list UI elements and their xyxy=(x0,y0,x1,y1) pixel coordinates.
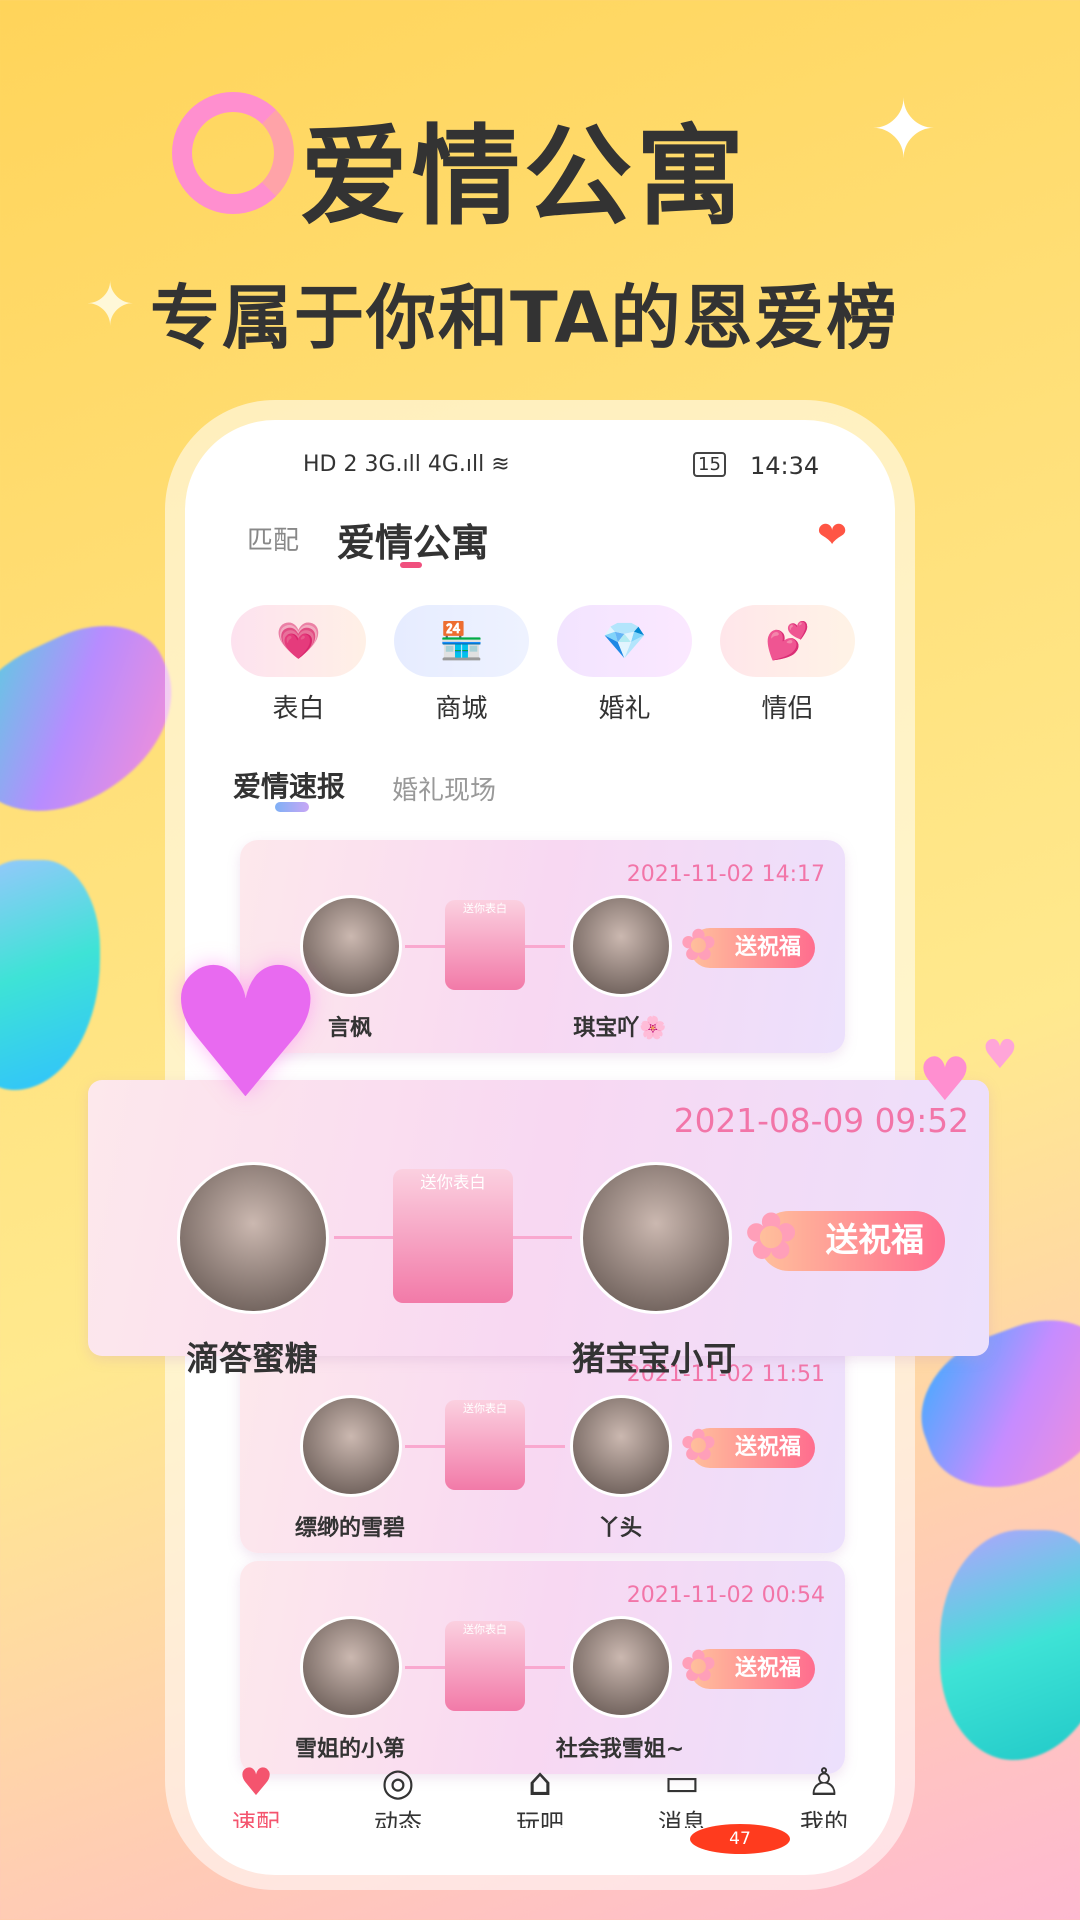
avatar-right[interactable] xyxy=(570,895,672,997)
promo-subtitle: 专属于你和TA的恩爱榜 xyxy=(150,277,899,359)
planet-icon: ◎ xyxy=(381,1760,415,1804)
tab-indicator xyxy=(400,562,422,568)
message-icon: ▭ xyxy=(664,1760,700,1804)
avatar-right[interactable] xyxy=(579,1161,732,1314)
feature-label: 商城 xyxy=(435,694,488,724)
clock: 14:34 xyxy=(750,452,820,480)
bless-label: 送祝福 xyxy=(734,1435,801,1460)
left-name: 滴答蜜糖 xyxy=(186,1340,318,1379)
avatar-right[interactable] xyxy=(570,1616,672,1718)
gift-label: 送你表白 xyxy=(463,1623,507,1636)
nav-label: 速配 xyxy=(232,1809,280,1828)
feature-label: 表白 xyxy=(272,694,325,724)
right-name: 猪宝宝小可 xyxy=(572,1340,737,1379)
nav-heart[interactable]: ♥ 速配 xyxy=(206,1760,306,1875)
ring-decoration xyxy=(172,92,294,214)
ranking-heart-icon[interactable]: ❤ xyxy=(817,515,847,556)
heart-icon: ♥ xyxy=(918,1045,972,1115)
flower-icon: ✿ xyxy=(680,1420,717,1471)
right-name: 社会我雪姐~ xyxy=(555,1737,685,1762)
sparkle-icon: ✦ xyxy=(85,270,136,340)
nav-planet[interactable]: ◎ 动态 xyxy=(348,1760,448,1875)
avatar-right[interactable] xyxy=(570,1395,672,1497)
home-icon: ⌂ xyxy=(527,1760,553,1804)
feature-shop-icon-button[interactable]: 🏪 xyxy=(394,605,529,677)
love-news-card[interactable]: 2021-11-02 00:54 送你表白 雪姐的小第 社会我雪姐~ 送祝福 ✿ xyxy=(240,1561,845,1774)
card-date: 2021-11-02 14:17 xyxy=(626,862,825,887)
card-date: 2021-11-02 00:54 xyxy=(626,1583,825,1608)
feature-love-message-icon-button[interactable]: 💗 xyxy=(231,605,366,677)
heart-icon: ♥ xyxy=(982,1032,1018,1078)
tab-match[interactable]: 匹配 xyxy=(247,520,299,557)
feature-label: 婚礼 xyxy=(598,694,651,724)
bless-label: 送祝福 xyxy=(734,935,801,960)
nav-profile[interactable]: ♙ 我的 xyxy=(774,1760,874,1875)
tab-love-apartment[interactable]: 爱情公寓 xyxy=(337,512,489,567)
status-bar: HD 2 3G.ıll 4G.ıll ≋ 15 14:34 xyxy=(185,452,895,482)
gift-label: 送你表白 xyxy=(420,1173,486,1193)
gift-scene: 送你表白 xyxy=(445,1400,525,1490)
feature-diamond-icon-button[interactable]: 💎 xyxy=(557,605,692,677)
couple-hearts-icon: 💕 xyxy=(765,621,810,662)
blob-decoration xyxy=(940,1530,1080,1760)
avatar-left[interactable] xyxy=(300,1395,402,1497)
nav-label: 玩吧 xyxy=(516,1809,564,1828)
heart-icon: ♥ xyxy=(238,1760,274,1804)
diamond-icon: 💎 xyxy=(602,621,647,662)
avatar-left[interactable] xyxy=(300,1616,402,1718)
profile-icon: ♙ xyxy=(806,1760,842,1804)
subtab-wedding-scene[interactable]: 婚礼现场 xyxy=(392,770,496,807)
nav-message[interactable]: ▭ 消息 47 xyxy=(632,1760,790,1875)
gift-scene: 送你表白 xyxy=(445,900,525,990)
nav-label: 动态 xyxy=(374,1809,422,1828)
right-name: 丫头 xyxy=(597,1516,642,1541)
nav-home[interactable]: ⌂ 玩吧 xyxy=(490,1760,590,1875)
left-name: 缥缈的雪碧 xyxy=(294,1516,405,1541)
nav-label: 我的 xyxy=(800,1809,848,1828)
love-message-icon: 💗 xyxy=(276,621,321,662)
flower-icon: ✿ xyxy=(680,1641,717,1692)
gift-label: 送你表白 xyxy=(463,1402,507,1415)
battery: 15 xyxy=(693,452,726,477)
feature-couple-hearts-icon-button[interactable]: 💕 xyxy=(720,605,855,677)
big-heart-icon: ♥ xyxy=(165,930,327,1139)
shop-icon: 🏪 xyxy=(439,621,484,662)
sparkle-icon: ✦ xyxy=(870,83,938,176)
flower-icon: ✿ xyxy=(680,920,717,971)
gift-scene: 送你表白 xyxy=(445,1621,525,1711)
love-news-card[interactable]: 2021-11-02 14:17 送你表白 言枫 琪宝吖🌸 送祝福 ✿ xyxy=(240,840,845,1053)
subtab-love-news[interactable]: 爱情速报 xyxy=(233,765,345,805)
bless-label: 送祝福 xyxy=(734,1656,801,1681)
blob-decoration xyxy=(0,860,100,1090)
subtab-indicator xyxy=(275,802,309,812)
promo-title: 爱情公寓 xyxy=(300,115,749,240)
flower-icon: ✿ xyxy=(743,1199,799,1276)
bless-label: 送祝福 xyxy=(825,1221,924,1260)
left-name: 雪姐的小第 xyxy=(294,1737,405,1762)
status-signals: HD 2 3G.ıll 4G.ıll ≋ xyxy=(303,452,510,477)
feature-label: 情侣 xyxy=(761,694,814,724)
gift-label: 送你表白 xyxy=(463,902,507,915)
gift-scene: 送你表白 xyxy=(393,1169,513,1304)
bottom-nav: ♥ 速配 ◎ 动态 ⌂ 玩吧 ▭ 消息 47 ♙ 我的 xyxy=(185,1760,895,1875)
right-name: 琪宝吖🌸 xyxy=(573,1016,667,1041)
avatar-left[interactable] xyxy=(177,1161,330,1314)
